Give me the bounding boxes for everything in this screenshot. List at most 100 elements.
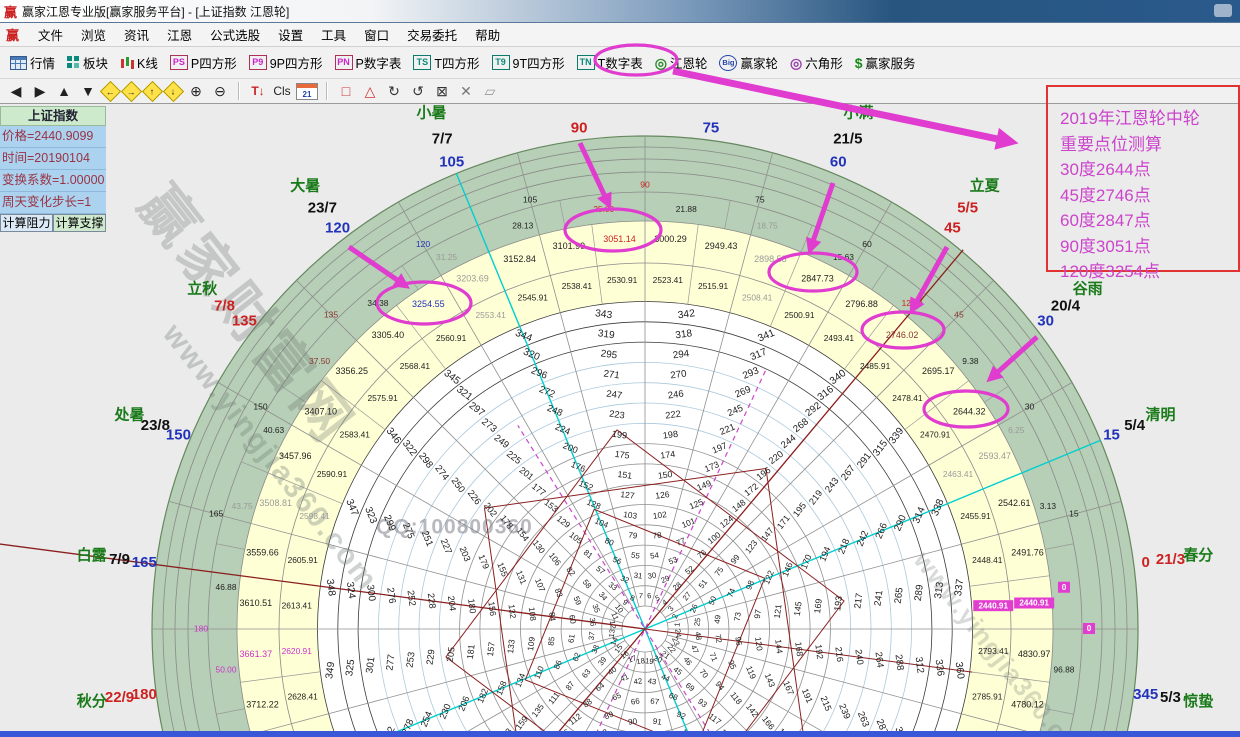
svg-text:白露: 白露: [77, 546, 108, 564]
svg-text:223: 223: [609, 409, 626, 421]
toolbar-button-grid[interactable]: 行情: [4, 51, 61, 74]
badge-icon: PN: [335, 55, 353, 70]
svg-text:120: 120: [325, 219, 350, 236]
annotation-line: 45度2746点: [1048, 183, 1238, 209]
svg-text:2440.91: 2440.91: [978, 601, 1008, 610]
svg-text:3101.99: 3101.99: [553, 241, 586, 251]
toolbar-button-hexagon[interactable]: ◎六角形: [784, 51, 849, 74]
toolbar-button-label: 板块: [83, 53, 108, 72]
svg-text:348: 348: [324, 578, 337, 597]
toolbar-button-candle[interactable]: K线: [114, 51, 164, 74]
svg-text:2493.41: 2493.41: [824, 333, 855, 343]
svg-text:180: 180: [194, 623, 209, 633]
menu-item[interactable]: 工具: [312, 23, 355, 46]
svg-text:2785.91: 2785.91: [972, 691, 1003, 701]
svg-text:294: 294: [672, 348, 690, 361]
svg-text:2440.91: 2440.91: [1019, 599, 1049, 608]
svg-text:30: 30: [647, 571, 657, 581]
tool-cls[interactable]: Cls: [272, 81, 292, 101]
svg-text:75: 75: [703, 119, 720, 136]
tool-triangle-tool[interactable]: △: [360, 81, 380, 101]
tool-t-cursor[interactable]: T↓: [248, 81, 268, 101]
calc-support-button[interactable]: 计算支撑: [53, 214, 106, 232]
toolbar-button-blocks[interactable]: 板块: [61, 51, 114, 74]
toolbar-button-badge[interactable]: PNP数字表: [329, 51, 408, 74]
toolbar-button-label: 9T四方形: [513, 53, 565, 72]
toolbar-button-badge[interactable]: T99T四方形: [486, 51, 571, 74]
svg-text:大暑: 大暑: [290, 176, 320, 194]
svg-text:2695.17: 2695.17: [922, 366, 955, 376]
tool-prev-arrow[interactable]: ◀: [6, 81, 26, 101]
tool-down-triangle[interactable]: ▼: [78, 81, 98, 101]
toolbar-button-label: 赢家服务: [866, 53, 916, 72]
badge-icon: T9: [492, 55, 510, 70]
app-logo-icon: 赢: [4, 2, 17, 21]
menu-item[interactable]: 帮助: [466, 23, 509, 46]
toolbar-button-badge[interactable]: P99P四方形: [243, 51, 329, 74]
tool-pan-down[interactable]: ↓: [163, 80, 184, 101]
tool-arc-cw[interactable]: ↻: [384, 81, 404, 101]
tool-pan-left[interactable]: ←: [100, 80, 121, 101]
svg-text:343: 343: [594, 308, 613, 321]
svg-text:313: 313: [933, 581, 946, 600]
svg-text:3712.22: 3712.22: [246, 699, 279, 709]
svg-text:72: 72: [713, 634, 723, 644]
gann-wheel-icon: ◎: [655, 56, 667, 70]
tool-next-arrow[interactable]: ▶: [30, 81, 50, 101]
tool-pan-up[interactable]: ↑: [142, 80, 163, 101]
toolbar-separator: [326, 82, 328, 100]
svg-text:3254.55: 3254.55: [412, 299, 445, 309]
svg-text:3610.51: 3610.51: [240, 598, 273, 608]
menu-item[interactable]: 江恩: [158, 23, 201, 46]
svg-text:216: 216: [833, 646, 845, 662]
tool-up-triangle[interactable]: ▲: [54, 81, 74, 101]
toolbar-button-dollar[interactable]: $赢家服务: [849, 51, 922, 74]
instrument-info-panel: 上证指数价格=2440.9099时间=20190104变换系数=1.00000周…: [0, 106, 106, 232]
tool-box-x[interactable]: ⊠: [432, 81, 452, 101]
panel-field: 变换系数=1.00000: [0, 170, 106, 192]
svg-text:31: 31: [633, 571, 643, 581]
menu-item[interactable]: 浏览: [72, 23, 115, 46]
annotation-line: 60度2847点: [1048, 208, 1238, 234]
tool-calendar[interactable]: 21: [296, 83, 318, 100]
svg-text:18.75: 18.75: [757, 220, 778, 230]
svg-text:135: 135: [232, 313, 257, 330]
svg-text:处暑: 处暑: [113, 405, 144, 423]
menu-item[interactable]: 资讯: [115, 23, 158, 46]
svg-text:318: 318: [675, 328, 694, 341]
menu-item[interactable]: 公式选股: [201, 23, 269, 46]
toolbar-button-badge[interactable]: TST四方形: [407, 51, 485, 74]
menu-item[interactable]: 窗口: [355, 23, 398, 46]
tool-rect-tool[interactable]: □: [336, 81, 356, 101]
calc-resistance-button[interactable]: 计算阻力: [0, 214, 53, 232]
toolbar-button-badge[interactable]: PSP四方形: [164, 51, 243, 74]
menu-item[interactable]: 设置: [269, 23, 312, 46]
tool-zoom-out[interactable]: ⊖: [210, 81, 230, 101]
toolbar-button-badge[interactable]: TNT数字表: [571, 51, 649, 74]
svg-text:小满: 小满: [844, 104, 874, 121]
svg-text:135: 135: [324, 309, 339, 319]
svg-text:2500.91: 2500.91: [784, 310, 815, 320]
svg-text:3661.37: 3661.37: [240, 649, 273, 659]
svg-text:193: 193: [832, 595, 844, 611]
window-controls[interactable]: [1214, 4, 1232, 17]
svg-text:5/4: 5/4: [1124, 417, 1146, 434]
toolbar-button-big[interactable]: Big赢家轮: [713, 51, 784, 74]
menu-item[interactable]: 文件: [29, 23, 72, 46]
svg-text:336: 336: [933, 659, 946, 678]
tool-zoom-in[interactable]: ⊕: [186, 81, 206, 101]
tool-polygon-tool[interactable]: ▱: [480, 81, 500, 101]
tool-arc-ccw[interactable]: ↺: [408, 81, 428, 101]
toolbar-button-target[interactable]: ◎江恩轮: [649, 51, 714, 74]
svg-text:12: 12: [608, 620, 618, 629]
svg-text:295: 295: [600, 348, 618, 361]
svg-text:3407.10: 3407.10: [304, 407, 337, 417]
svg-text:2478.41: 2478.41: [892, 393, 923, 403]
tool-scatter-x[interactable]: ✕: [456, 81, 476, 101]
menu-item[interactable]: 交易委托: [398, 23, 466, 46]
svg-text:217: 217: [852, 592, 864, 609]
svg-text:7/7: 7/7: [432, 130, 453, 147]
tool-pan-right[interactable]: →: [121, 80, 142, 101]
toolbar-separator: [238, 82, 240, 100]
svg-text:28.13: 28.13: [512, 220, 533, 230]
